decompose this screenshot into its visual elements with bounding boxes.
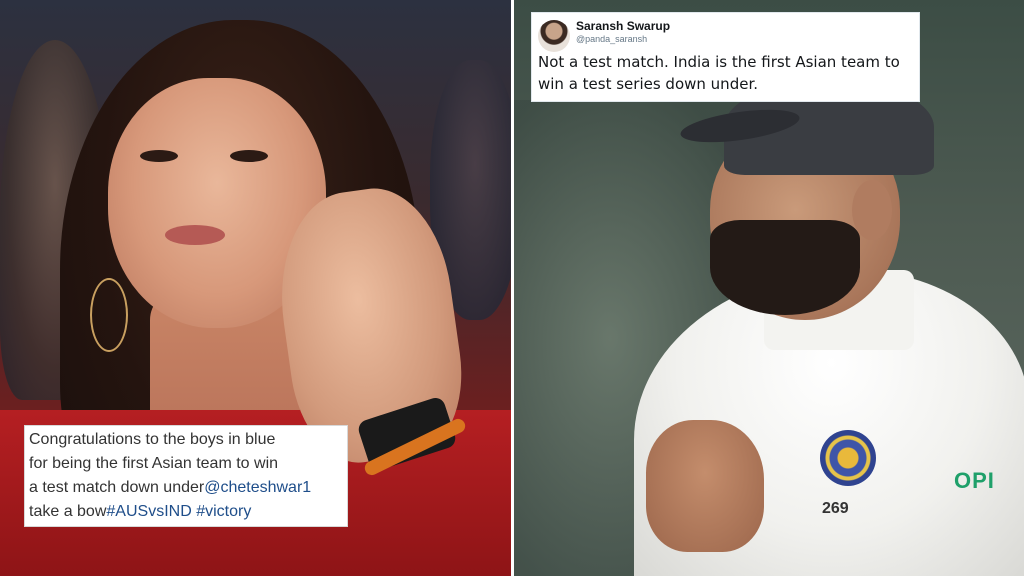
lips [165, 225, 225, 245]
tweet-text: Not a test match. India is the first Asi… [538, 53, 900, 93]
left-photo-panel: Congratulations to the boys in blue for … [0, 0, 511, 576]
player-beard [710, 220, 860, 315]
player-ear [852, 180, 892, 240]
instagram-caption: Congratulations to the boys in blue for … [24, 425, 348, 527]
right-eye [230, 150, 268, 162]
caption-line-2: for being the first Asian team to win [29, 455, 279, 472]
avatar[interactable] [538, 20, 570, 52]
tweet-display-name[interactable]: Saransh Swarup [576, 19, 670, 33]
sponsor-logo: OPI [954, 468, 995, 493]
jersey-number: 269 [822, 500, 849, 517]
right-photo-panel: OPI 269 Saransh Swarup @panda_saransh No… [514, 0, 1024, 576]
mention-link[interactable]: @cheteshwar1 [204, 479, 311, 496]
caption-line-3: a test match down under@cheteshwar1 [29, 479, 312, 496]
caption-line-1: Congratulations to the boys in blue [29, 431, 276, 448]
tweet-handle[interactable]: @panda_saransh [576, 34, 647, 44]
bcci-logo-icon [820, 430, 876, 486]
caption-line-4: take a bow#AUSvsIND #victory [29, 503, 252, 520]
hashtag-link[interactable]: #AUSvsIND [106, 503, 191, 520]
hashtag-link[interactable]: #victory [192, 503, 251, 520]
player-hand [646, 420, 764, 552]
hoop-earring [90, 278, 128, 352]
tweet-card: Saransh Swarup @panda_saransh Not a test… [531, 12, 920, 102]
left-eye [140, 150, 178, 162]
